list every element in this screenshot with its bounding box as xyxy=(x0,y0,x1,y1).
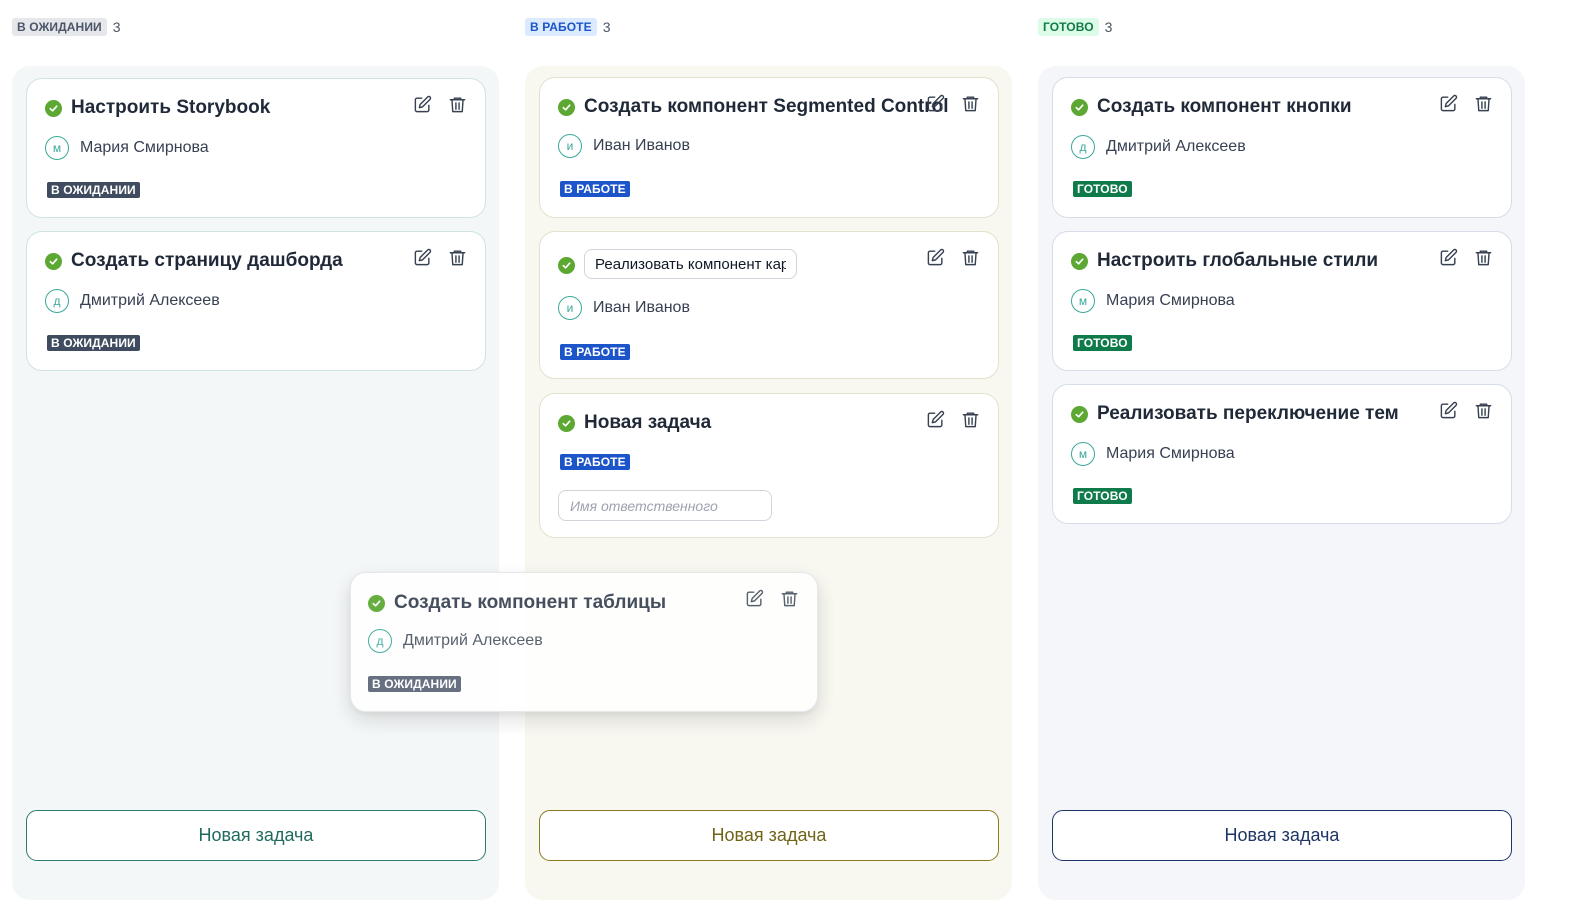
assignee-name: Дмитрий Алексеев xyxy=(80,292,220,309)
check-circle-icon[interactable] xyxy=(45,252,62,270)
edit-icon[interactable] xyxy=(926,94,945,113)
trash-icon[interactable] xyxy=(961,248,980,267)
task-card[interactable]: Создать компонент Segmented Control и Ив… xyxy=(539,77,999,218)
trash-icon[interactable] xyxy=(448,95,467,114)
column-badge: В РАБОТЕ xyxy=(525,18,597,36)
task-card[interactable]: Настроить глобальные стили м Мария Смирн… xyxy=(1052,231,1512,371)
edit-icon[interactable] xyxy=(926,248,945,267)
status-badge: В ОЖИДАНИИ xyxy=(47,335,140,351)
task-card[interactable]: Реализовать переключение тем м Мария Сми… xyxy=(1052,384,1512,524)
assignee-name: Иван Иванов xyxy=(593,137,690,154)
assignee-name: Иван Иванов xyxy=(593,299,690,316)
trash-icon[interactable] xyxy=(448,248,467,267)
check-circle-icon[interactable] xyxy=(1071,405,1088,423)
task-card[interactable]: Создать страницу дашборда д Дмитрий Алек… xyxy=(26,231,486,371)
card-title: Настроить Storybook xyxy=(71,97,271,118)
edit-icon[interactable] xyxy=(1439,401,1458,420)
column-header-done: ГОТОВО 3 xyxy=(1038,18,1112,36)
column-count: 3 xyxy=(1104,19,1113,35)
avatar: м xyxy=(45,136,69,160)
assignee-name: Мария Смирнова xyxy=(80,139,209,156)
status-badge: В РАБОТЕ xyxy=(560,454,630,470)
avatar: м xyxy=(1071,442,1095,466)
status-badge: В ОЖИДАНИИ xyxy=(368,676,461,692)
assignee-name: Дмитрий Алексеев xyxy=(403,632,543,649)
task-card-new[interactable]: Новая задача В РАБОТЕ xyxy=(539,393,999,538)
check-circle-icon[interactable] xyxy=(1071,98,1088,116)
status-badge: В РАБОТЕ xyxy=(560,181,630,197)
task-card[interactable]: Создать компонент кнопки д Дмитрий Алекс… xyxy=(1052,77,1512,218)
trash-icon[interactable] xyxy=(1474,401,1493,420)
card-title: Реализовать переключение тем xyxy=(1097,403,1399,424)
avatar: и xyxy=(558,296,582,320)
new-task-button[interactable]: Новая задача xyxy=(26,810,486,861)
task-card[interactable]: Настроить Storybook м Мария Смирнова В О… xyxy=(26,78,486,218)
column-count: 3 xyxy=(112,19,121,35)
card-title: Создать компонент кнопки xyxy=(1097,96,1352,117)
card-title: Создать компонент таблицы xyxy=(394,592,667,613)
title-edit-input[interactable] xyxy=(584,249,797,279)
avatar: д xyxy=(368,629,392,653)
column-header-pending: В ОЖИДАНИИ 3 xyxy=(12,18,121,36)
trash-icon[interactable] xyxy=(1474,94,1493,113)
card-title: Создать компонент Segmented Control xyxy=(584,96,949,117)
dragging-task-card[interactable]: Создать компонент таблицы д Дмитрий Алек… xyxy=(350,572,818,712)
edit-icon[interactable] xyxy=(413,95,432,114)
card-title: Новая задача xyxy=(584,412,712,433)
avatar: м xyxy=(1071,289,1095,313)
check-circle-icon[interactable] xyxy=(1071,252,1088,270)
avatar: д xyxy=(45,289,69,313)
task-card-editing[interactable]: и Иван Иванов В РАБОТЕ xyxy=(539,231,999,379)
edit-icon[interactable] xyxy=(1439,248,1458,267)
edit-icon[interactable] xyxy=(413,248,432,267)
check-circle-icon[interactable] xyxy=(558,256,575,274)
assignee-name: Мария Смирнова xyxy=(1106,445,1235,462)
column-done: Создать компонент кнопки д Дмитрий Алекс… xyxy=(1038,66,1525,900)
column-count: 3 xyxy=(602,19,611,35)
status-badge: В РАБОТЕ xyxy=(560,344,630,360)
check-circle-icon[interactable] xyxy=(558,414,575,432)
check-circle-icon[interactable] xyxy=(45,99,62,117)
check-circle-icon[interactable] xyxy=(368,594,385,612)
avatar: и xyxy=(558,134,582,158)
card-title: Создать страницу дашборда xyxy=(71,250,343,271)
assignee-input[interactable] xyxy=(558,490,772,521)
trash-icon[interactable] xyxy=(961,410,980,429)
assignee-name: Мария Смирнова xyxy=(1106,292,1235,309)
column-header-in-progress: В РАБОТЕ 3 xyxy=(525,18,611,36)
card-title: Настроить глобальные стили xyxy=(1097,250,1379,271)
status-badge: ГОТОВО xyxy=(1073,488,1132,504)
edit-icon[interactable] xyxy=(745,589,764,608)
new-task-button[interactable]: Новая задача xyxy=(1052,810,1512,861)
column-badge: В ОЖИДАНИИ xyxy=(12,18,107,36)
assignee-name: Дмитрий Алексеев xyxy=(1106,138,1246,155)
column-badge: ГОТОВО xyxy=(1038,18,1099,36)
status-badge: В ОЖИДАНИИ xyxy=(47,182,140,198)
status-badge: ГОТОВО xyxy=(1073,181,1132,197)
column-pending: Настроить Storybook м Мария Смирнова В О… xyxy=(12,66,499,900)
column-in-progress: Создать компонент Segmented Control и Ив… xyxy=(525,66,1012,900)
avatar: д xyxy=(1071,135,1095,159)
edit-icon[interactable] xyxy=(1439,94,1458,113)
trash-icon[interactable] xyxy=(961,94,980,113)
edit-icon[interactable] xyxy=(926,410,945,429)
new-task-button[interactable]: Новая задача xyxy=(539,810,999,861)
check-circle-icon[interactable] xyxy=(558,98,575,116)
trash-icon[interactable] xyxy=(1474,248,1493,267)
status-badge: ГОТОВО xyxy=(1073,335,1132,351)
trash-icon[interactable] xyxy=(780,589,799,608)
